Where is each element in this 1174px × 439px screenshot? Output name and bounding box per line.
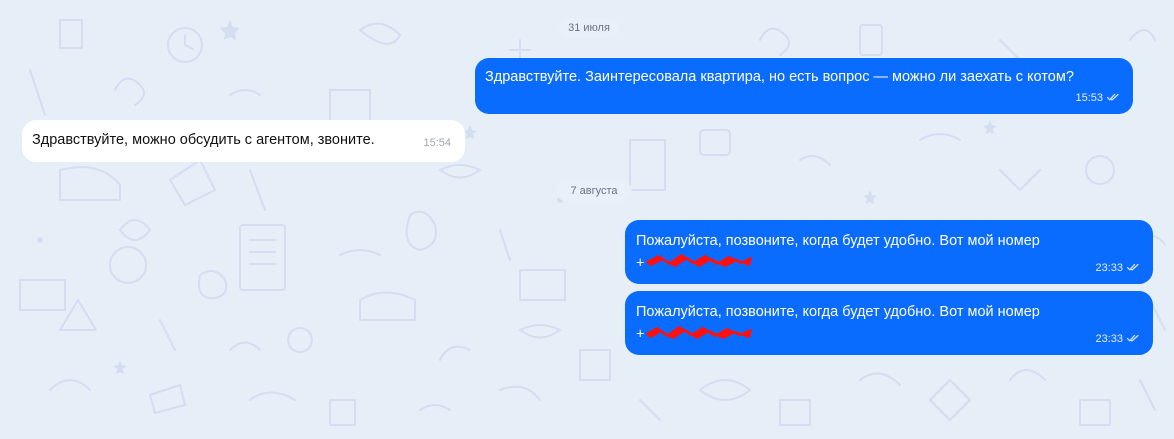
redaction-scribble-icon (645, 252, 753, 275)
message-time: 23:33 (1095, 332, 1123, 345)
phone-line: + (636, 323, 1143, 346)
date-label: 7 августа (570, 185, 618, 197)
message-text: Здравствуйте, можно обсудить с агентом, … (32, 132, 375, 148)
message-bubble-incoming[interactable]: Здравствуйте, можно обсудить с агентом, … (22, 120, 465, 162)
message-text: Пожалуйста, позвоните, когда будет удобн… (636, 233, 1040, 249)
message-time: 15:54 (423, 137, 451, 149)
date-label: 31 июля (568, 22, 610, 34)
message-text: Здравствуйте. Заинтересовала квартира, н… (485, 69, 1074, 85)
date-separator: 7 августа (556, 181, 632, 201)
message-time: 23:33 (1095, 261, 1123, 274)
message-meta: 15:53 (1075, 92, 1119, 104)
message-bubble-outgoing[interactable]: Пожалуйста, позвоните, когда будет удобн… (625, 220, 1153, 284)
message-bubble-outgoing[interactable]: Здравствуйте. Заинтересовала квартира, н… (475, 58, 1133, 114)
message-text: Пожалуйста, позвоните, когда будет удобн… (636, 304, 1040, 320)
message-meta: 23:33 (1095, 333, 1139, 345)
phone-prefix: + (636, 326, 645, 343)
redaction-scribble-icon (645, 323, 753, 346)
message-bubble-outgoing[interactable]: Пожалуйста, позвоните, когда будет удобн… (625, 291, 1153, 355)
double-check-icon (1126, 262, 1139, 274)
phone-prefix: + (636, 255, 645, 272)
message-meta: 23:33 (1095, 262, 1139, 274)
date-separator: 31 июля (559, 18, 619, 38)
double-check-icon (1126, 333, 1139, 345)
message-time: 15:53 (1075, 91, 1103, 104)
message-meta: 15:54 (423, 137, 451, 149)
chat-area: 31 июля Здравствуйте. Заинтересовала ква… (0, 0, 1174, 439)
phone-line: + (636, 252, 1143, 275)
double-check-icon (1106, 92, 1119, 104)
